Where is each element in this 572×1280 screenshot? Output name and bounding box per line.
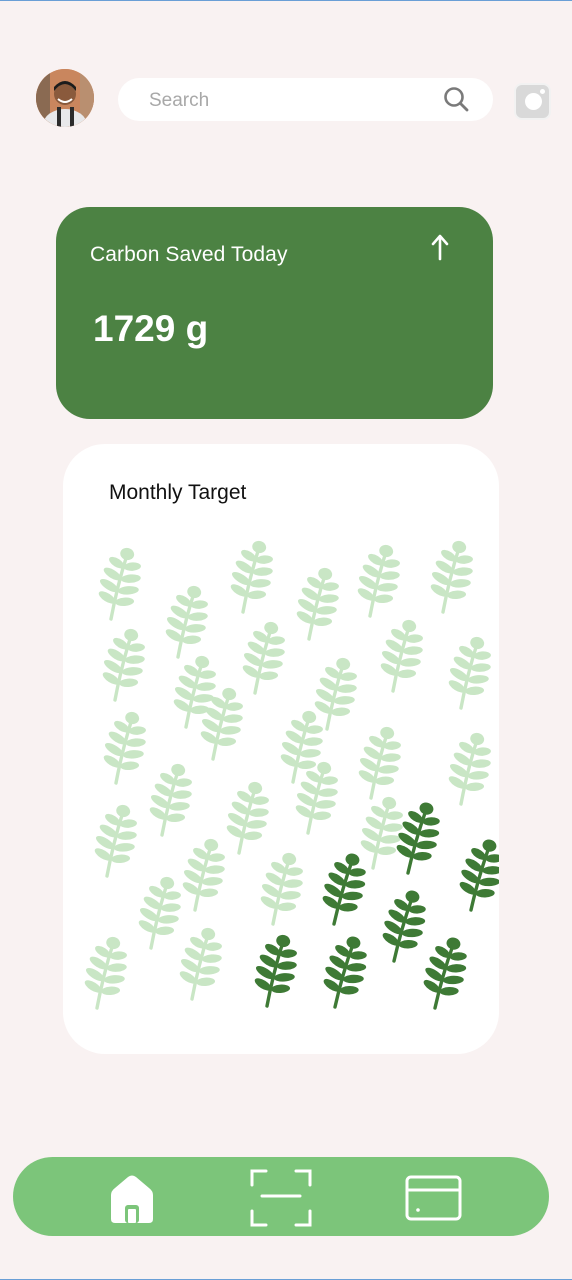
plant-sprig — [323, 936, 367, 1009]
search-input[interactable]: Search — [149, 90, 209, 112]
plant-sprig — [382, 890, 426, 963]
carbon-saved-card: Carbon Saved Today 1729 g — [56, 207, 493, 419]
plant-sprig — [242, 621, 285, 695]
plant-sprig — [138, 876, 181, 950]
search-icon[interactable] — [443, 86, 469, 112]
plant-sprig — [226, 781, 269, 855]
monthly-target-card: Monthly Target — [63, 444, 499, 1054]
scan-icon[interactable] — [250, 1169, 312, 1227]
plant-sprig — [360, 796, 403, 870]
carbon-title: Carbon Saved Today — [90, 243, 288, 266]
plant-sprig — [459, 839, 499, 912]
plant-sprig — [448, 732, 491, 806]
plant-sprig — [322, 853, 366, 926]
plant-sprig — [165, 585, 208, 659]
plant-sprig — [94, 804, 137, 878]
plant-sprig — [380, 619, 423, 693]
plant-sprig — [448, 636, 491, 710]
search-bar[interactable]: Search — [118, 78, 493, 121]
plant-sprig — [260, 852, 303, 926]
plant-grid — [84, 540, 499, 1010]
plant-sprig — [357, 544, 400, 618]
plant-sprig — [230, 540, 273, 614]
plant-sprig — [423, 937, 467, 1010]
bottom-nav — [13, 1157, 549, 1236]
plant-sprig — [84, 936, 127, 1010]
plant-sprig — [173, 655, 216, 729]
plant-sprig — [430, 540, 473, 614]
plant-sprig — [103, 711, 146, 785]
plant-sprig — [358, 726, 401, 800]
plant-sprig — [179, 927, 222, 1001]
plant-sprig — [149, 763, 192, 837]
plant-sprig — [314, 657, 357, 731]
plant-sprig — [296, 567, 339, 641]
card-icon[interactable] — [402, 1169, 464, 1227]
home-icon[interactable] — [101, 1169, 163, 1227]
avatar[interactable] — [36, 69, 94, 127]
plant-sprig — [98, 547, 141, 621]
up-arrow-icon — [431, 234, 449, 261]
plant-sprig — [102, 628, 145, 702]
camera-icon[interactable] — [514, 83, 551, 120]
plant-sprig — [182, 838, 225, 912]
plant-sprig — [254, 934, 297, 1008]
carbon-value: 1729 g — [93, 308, 209, 349]
